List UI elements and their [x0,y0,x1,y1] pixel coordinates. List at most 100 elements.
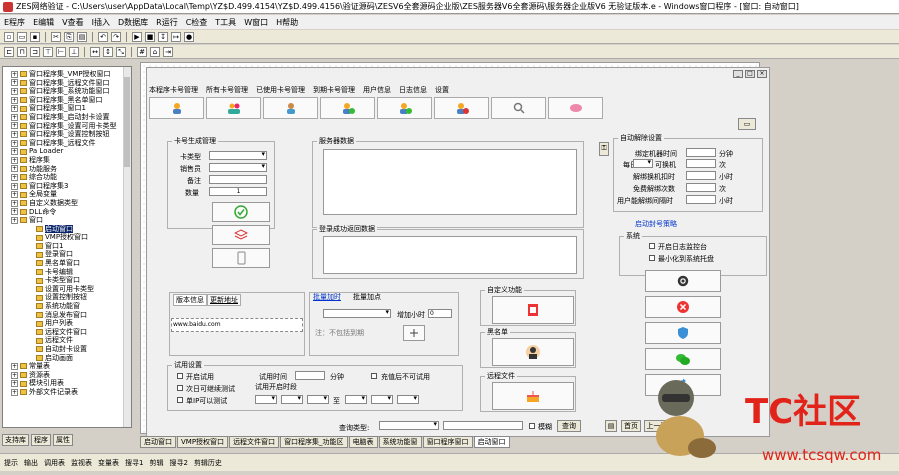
tree-item[interactable]: +登录窗口 [7,250,131,259]
output-tab[interactable]: 输出 [24,458,38,468]
times-input[interactable] [686,159,716,168]
expand-icon[interactable]: + [11,122,18,130]
end-sec-select[interactable] [397,394,419,404]
expand-icon[interactable]: + [11,173,18,181]
expand-icon[interactable]: + [11,96,18,104]
align-top-icon[interactable]: ⊤ [43,46,53,57]
expand-icon[interactable]: + [11,182,18,190]
tree-item[interactable]: +系统功能窗 [7,302,131,311]
user-delete-button[interactable] [434,97,489,119]
no-trial-after-charge-checkbox[interactable] [371,373,377,379]
tree-item[interactable]: + Pa Loader [7,147,131,156]
expand-icon[interactable]: + [11,380,18,388]
phone-button[interactable] [212,248,270,268]
blacklist-button[interactable] [492,338,574,366]
menu-item[interactable]: I插入 [92,17,110,28]
window-tab[interactable]: 窗口程序窗口 [422,436,473,448]
shield-button[interactable] [645,322,721,344]
expand-icon[interactable]: + [11,70,18,78]
align-right-icon[interactable]: ⊐ [30,46,40,57]
step-icon[interactable]: ↧ [158,31,168,42]
expand-icon[interactable]: + [11,130,18,138]
save-icon[interactable]: ▪ [30,31,40,42]
cut-icon[interactable]: ✂ [51,31,61,42]
window-tab[interactable]: 窗口程序集_功能区 [280,436,348,448]
tree-item[interactable]: +卡号编辑 [7,268,131,277]
window-tab[interactable]: 电脑表 [348,436,378,448]
tab-card-manage[interactable]: 本程序卡号管理 [149,85,198,95]
menu-item[interactable]: T工具 [215,17,236,28]
step-over-icon[interactable]: ↦ [171,31,181,42]
expand-icon[interactable]: + [11,105,18,113]
tab-log-info[interactable]: 日志信息 [399,85,427,95]
remote-file-button[interactable] [492,382,574,410]
tree-item[interactable]: + 窗口程序集_设置控制按钮 [7,130,131,139]
menu-item[interactable]: H帮助 [276,17,298,28]
output-tab[interactable]: 调用表 [44,458,65,468]
window-tab[interactable]: VMP授权窗口 [177,436,229,448]
output-tab[interactable]: 剪辑 [149,458,163,468]
tree-item[interactable]: +VMP授权窗口 [7,233,131,242]
lock-icon[interactable]: ⌂ [150,46,160,57]
user-unbind-input[interactable] [686,195,716,204]
expand-icon[interactable]: + [11,371,18,379]
query-button[interactable]: 查询 [557,420,581,432]
end-min-select[interactable] [371,394,393,404]
tab-support-lib[interactable]: 支持库 [2,434,29,446]
tab-user-info[interactable]: 用户信息 [363,85,391,95]
tab-program[interactable]: 程序 [31,434,51,446]
settings-button[interactable] [645,270,721,292]
minimize-tray-checkbox[interactable] [649,255,655,261]
maximize-icon[interactable]: □ [745,70,755,78]
tab-batch-time[interactable]: 批量加时 [313,292,341,302]
tree-item[interactable]: + 窗口程序集_VMP授权窗口 [7,70,131,79]
free-unbind-input[interactable] [686,183,716,192]
expand-icon[interactable]: + [11,148,18,156]
auto-policy-link[interactable]: 启动封号策略 [635,219,677,229]
server-data-textarea[interactable] [323,149,577,215]
tree-item[interactable]: + 自定义数据类型 [7,199,131,208]
layers-button[interactable] [212,225,270,245]
add-user-button[interactable] [149,97,204,119]
scrollbar-thumb[interactable] [124,77,130,167]
output-tab[interactable]: 提示 [4,458,18,468]
tree-item[interactable]: + 窗口程序集_启动封卡设置 [7,113,131,122]
tab-all-cards[interactable]: 所有卡号管理 [206,85,248,95]
expand-icon[interactable]: + [11,87,18,95]
qty-input[interactable]: 1 [209,187,267,196]
tree-item[interactable]: + 窗口程序集_系统功能窗口 [7,87,131,96]
menu-item[interactable]: C检查 [186,17,208,28]
tree-item[interactable]: + 模块引用表 [7,379,131,388]
users-button[interactable] [206,97,261,119]
tree-item[interactable]: +黑名单窗口 [7,259,131,268]
group-button[interactable] [263,97,318,119]
undo-icon[interactable]: ↶ [98,31,108,42]
tree-item[interactable]: + 功能服务 [7,165,131,174]
tab-update-url[interactable]: 更新地址 [207,294,241,306]
unbind-deduct-input[interactable] [686,171,716,180]
tree-item[interactable]: + 窗口 [7,216,131,225]
window-tab[interactable]: 远程文件窗口 [229,436,280,448]
message-button[interactable]: ▭ [738,118,756,130]
expand-icon[interactable]: + [11,113,18,121]
tree-item[interactable]: +启动窗口 [7,224,131,234]
tree-item[interactable]: +自动封卡设置 [7,345,131,354]
expand-icon[interactable]: + [11,362,18,370]
open-folder-icon[interactable]: ▭ [17,31,27,42]
user-check-button[interactable] [320,97,375,119]
table-view-button[interactable]: ▤ [605,420,617,432]
new-file-icon[interactable]: ▫ [4,31,14,42]
copy-icon[interactable]: ⎘ [64,31,74,42]
start-hour-select[interactable] [255,394,277,404]
close-icon[interactable]: × [757,70,767,78]
stop-icon[interactable]: ■ [145,31,155,42]
align-bottom-icon[interactable]: ⊥ [69,46,79,57]
custom-func-button[interactable] [492,296,574,324]
tree-item[interactable]: + 窗口程序集_设置可用卡类型 [7,122,131,131]
bind-time-input[interactable] [686,148,716,157]
every-select[interactable] [633,158,653,168]
chat-button[interactable] [548,97,603,119]
menu-item[interactable]: W窗口 [244,17,268,28]
tree-item[interactable]: + 综合功能 [7,173,131,182]
log-monitor-checkbox[interactable] [649,243,655,249]
